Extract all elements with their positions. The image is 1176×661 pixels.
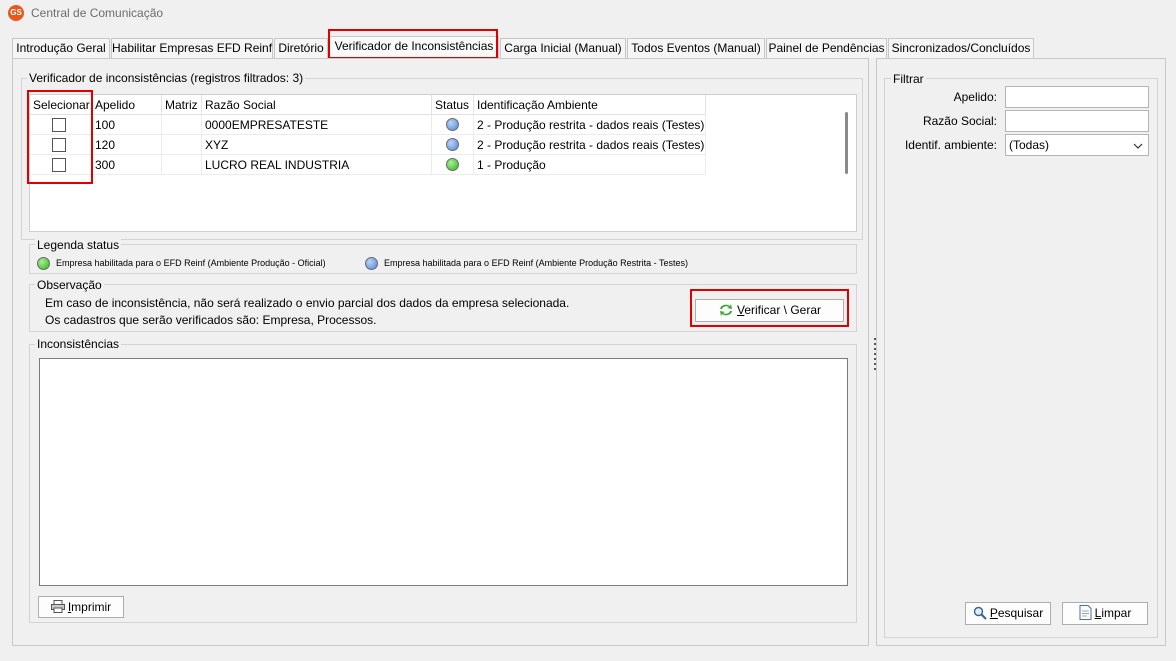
filtrar-title: Filtrar bbox=[891, 72, 926, 86]
cell-status bbox=[432, 155, 474, 175]
pesquisar-label: esquisar bbox=[997, 606, 1044, 620]
verificar-button-highlight-box bbox=[690, 289, 849, 327]
razao-social-filter-input[interactable] bbox=[1005, 110, 1149, 132]
tab-habilitar-empresas[interactable]: Habilitar Empresas EFD Reinf bbox=[111, 38, 273, 58]
cell-razao-social: LUCRO REAL INDUSTRIA bbox=[202, 155, 432, 175]
cell-status bbox=[432, 115, 474, 135]
tab-painel-pendencias[interactable]: Painel de Pendências bbox=[766, 38, 887, 58]
cell-apelido: 100 bbox=[92, 115, 162, 135]
ambiente-filter-select[interactable]: (Todas) bbox=[1005, 134, 1149, 156]
apelido-label: Apelido: bbox=[953, 90, 997, 104]
cell-apelido: 300 bbox=[92, 155, 162, 175]
filtrar-group bbox=[884, 78, 1158, 638]
cell-razao-social: XYZ bbox=[202, 135, 432, 155]
cell-ambiente: 1 - Produção bbox=[474, 155, 706, 175]
imprimir-button[interactable]: Imprimir bbox=[38, 596, 124, 618]
razao-social-label: Razão Social: bbox=[922, 114, 997, 128]
tab-sincronizados-concluidos[interactable]: Sincronizados/Concluídos bbox=[888, 38, 1034, 58]
tab-diretorio[interactable]: Diretório bbox=[274, 38, 328, 58]
app-logo-icon: GS bbox=[8, 5, 24, 21]
ambiente-label: Identif. ambiente: bbox=[904, 138, 997, 152]
status-blue-icon bbox=[446, 138, 459, 151]
pesquisar-access-key: P bbox=[989, 606, 998, 620]
observacao-line-2: Os cadastros que serão verificados são: … bbox=[45, 313, 377, 327]
tab-carga-inicial[interactable]: Carga Inicial (Manual) bbox=[500, 38, 626, 58]
grid-scrollbar[interactable] bbox=[845, 112, 848, 174]
select-column-highlight-box bbox=[27, 90, 93, 184]
imprimir-label: mprimir bbox=[71, 600, 112, 614]
cell-razao-social: 0000EMPRESATESTE bbox=[202, 115, 432, 135]
verificador-group-title: Verificador de inconsistências (registro… bbox=[27, 71, 306, 85]
limpar-label: impar bbox=[1101, 606, 1132, 620]
col-header-identificacao-ambiente[interactable]: Identificação Ambiente bbox=[474, 95, 706, 115]
limpar-button[interactable]: Limpar bbox=[1062, 602, 1148, 625]
apelido-filter-input[interactable] bbox=[1005, 86, 1149, 108]
clear-document-icon bbox=[1079, 605, 1092, 620]
observacao-title: Observação bbox=[35, 278, 104, 292]
legend-blue-text: Empresa habilitada para o EFD Reinf (Amb… bbox=[384, 258, 688, 268]
chevron-down-icon bbox=[1133, 143, 1143, 149]
col-header-matriz[interactable]: Matriz bbox=[162, 95, 202, 115]
cell-ambiente: 2 - Produção restrita - dados reais (Tes… bbox=[474, 115, 706, 135]
cell-status bbox=[432, 135, 474, 155]
col-header-razao-social[interactable]: Razão Social bbox=[202, 95, 432, 115]
legenda-title: Legenda status bbox=[35, 238, 122, 252]
title-bar: GS Central de Comunicação bbox=[0, 0, 1176, 28]
tab-highlight-box bbox=[328, 29, 498, 59]
status-green-icon bbox=[446, 158, 459, 171]
cell-ambiente: 2 - Produção restrita - dados reais (Tes… bbox=[474, 135, 706, 155]
ambiente-selected-value: (Todas) bbox=[1009, 138, 1050, 152]
observacao-line-1: Em caso de inconsistência, não será real… bbox=[45, 296, 570, 310]
cell-matriz bbox=[162, 155, 202, 175]
pesquisar-button[interactable]: Pesquisar bbox=[965, 602, 1051, 625]
legend-green-text: Empresa habilitada para o EFD Reinf (Amb… bbox=[56, 258, 326, 268]
col-header-status[interactable]: Status bbox=[432, 95, 474, 115]
inconsistencias-output[interactable] bbox=[39, 358, 848, 586]
status-blue-icon bbox=[446, 118, 459, 131]
legend-blue-icon bbox=[365, 257, 378, 270]
tab-todos-eventos[interactable]: Todos Eventos (Manual) bbox=[627, 38, 765, 58]
inconsistencias-title: Inconsistências bbox=[35, 337, 122, 351]
search-icon bbox=[973, 606, 987, 620]
printer-icon bbox=[50, 600, 65, 613]
window-title: Central de Comunicação bbox=[31, 6, 164, 20]
companies-grid[interactable]: Selecionar Apelido Matriz Razão Social S… bbox=[29, 94, 857, 232]
cell-matriz bbox=[162, 135, 202, 155]
tab-introducao-geral[interactable]: Introdução Geral bbox=[12, 38, 110, 58]
legend-green-icon bbox=[37, 257, 50, 270]
cell-apelido: 120 bbox=[92, 135, 162, 155]
col-header-apelido[interactable]: Apelido bbox=[92, 95, 162, 115]
cell-matriz bbox=[162, 115, 202, 135]
